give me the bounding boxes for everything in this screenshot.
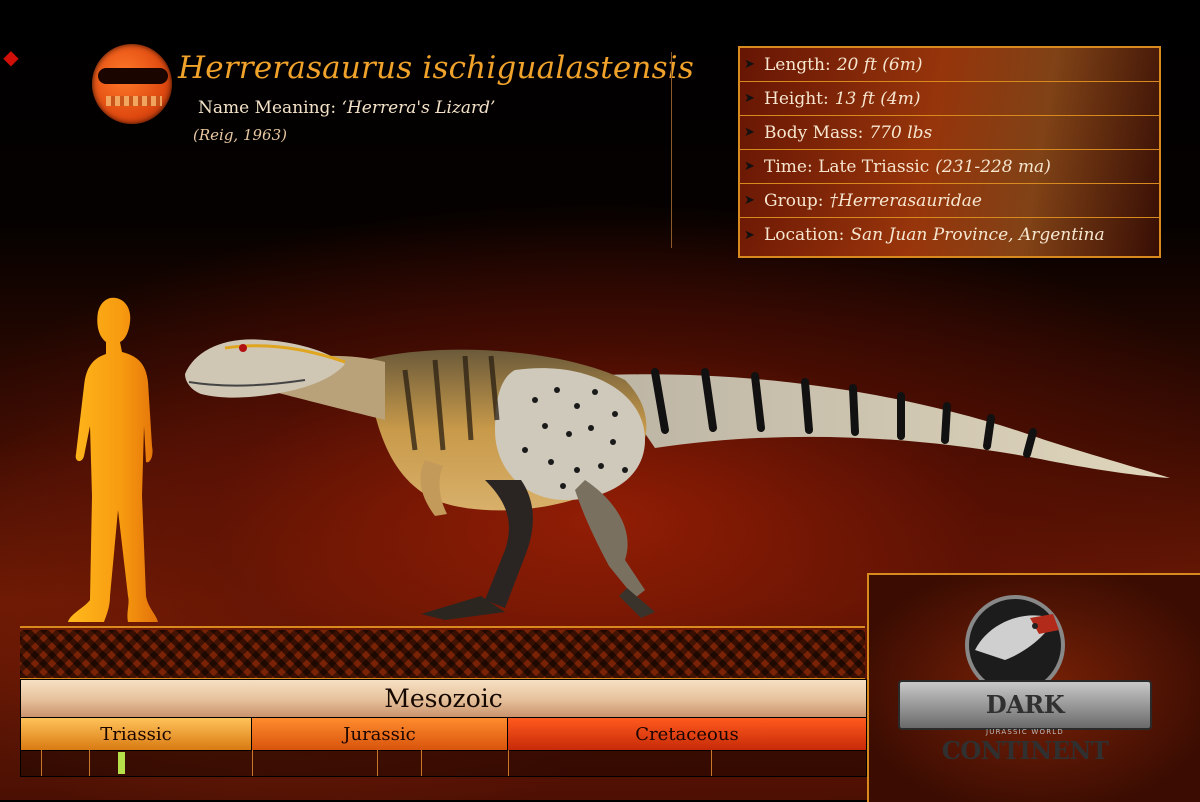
tick — [421, 750, 422, 776]
tick — [508, 750, 509, 776]
fact-value: (231-228 ma) — [935, 156, 1051, 177]
period-cretaceous: Cretaceous — [508, 718, 866, 750]
fact-value: †Herrerasauridae — [829, 190, 982, 211]
fact-value: 20 ft (6m) — [836, 54, 923, 75]
corner-logo-icon: ◆ — [3, 45, 19, 69]
arrow-icon: ➤ — [744, 57, 755, 72]
fact-label: Time: Late Triassic — [764, 156, 930, 177]
meaning-value: ‘Herrera's Lizard’ — [341, 98, 496, 118]
human-silhouette — [68, 297, 158, 622]
brand-title: DARK CONTINENT — [898, 680, 1152, 765]
tick — [377, 750, 378, 776]
fact-label: Length: — [764, 54, 831, 75]
tick — [711, 750, 712, 776]
fact-row-location: ➤ Location: San Juan Province, Argentina — [740, 218, 1159, 252]
header-divider — [671, 52, 672, 248]
citation: (Reig, 1963) — [193, 126, 287, 144]
brand-subtitle: JURASSIC WORLD — [985, 728, 1064, 736]
fact-label: Group: — [764, 190, 824, 211]
facts-panel: ➤ Length: 20 ft (6m) ➤ Height: 13 ft (4m… — [738, 46, 1161, 258]
meaning-label: Name Meaning: — [198, 98, 342, 118]
fact-row-time: ➤ Time: Late Triassic (231-228 ma) — [740, 150, 1159, 184]
fact-row-height: ➤ Height: 13 ft (4m) — [740, 82, 1159, 116]
era-label: Mesozoic — [20, 679, 867, 719]
background: ◆ Herrerasaurus ischigualastensis Name M… — [0, 0, 1200, 802]
arrow-icon: ➤ — [744, 193, 755, 208]
timeline-ticks — [20, 750, 867, 777]
time-marker — [118, 752, 125, 774]
fact-label: Location: — [764, 225, 845, 245]
tick — [252, 750, 253, 776]
ground-line — [20, 626, 865, 628]
arrow-icon: ➤ — [744, 91, 755, 106]
name-meaning: Name Meaning: ‘Herrera's Lizard’ — [198, 98, 495, 118]
fact-label: Body Mass: — [764, 122, 864, 143]
fact-value: 13 ft (4m) — [834, 88, 921, 109]
period-bar: Triassic Jurassic Cretaceous — [20, 717, 867, 751]
arrow-icon: ➤ — [744, 125, 755, 140]
fact-value: 770 lbs — [869, 122, 933, 143]
tick — [41, 750, 42, 776]
period-triassic: Triassic — [21, 718, 252, 750]
emblem-icon — [965, 595, 1065, 690]
tick — [89, 750, 90, 776]
species-title: Herrerasaurus ischigualastensis — [178, 50, 694, 86]
period-jurassic: Jurassic — [252, 718, 508, 750]
arrow-icon: ➤ — [744, 159, 755, 174]
fact-row-group: ➤ Group: †Herrerasauridae — [740, 184, 1159, 218]
fact-value: San Juan Province, Argentina — [850, 225, 1105, 245]
fact-label: Height: — [764, 88, 829, 109]
arrow-icon: ➤ — [744, 227, 755, 243]
ground-pattern — [20, 630, 865, 680]
fact-row-length: ➤ Length: 20 ft (6m) — [740, 48, 1159, 82]
logo-icon — [92, 44, 172, 124]
fact-row-mass: ➤ Body Mass: 770 lbs — [740, 116, 1159, 150]
